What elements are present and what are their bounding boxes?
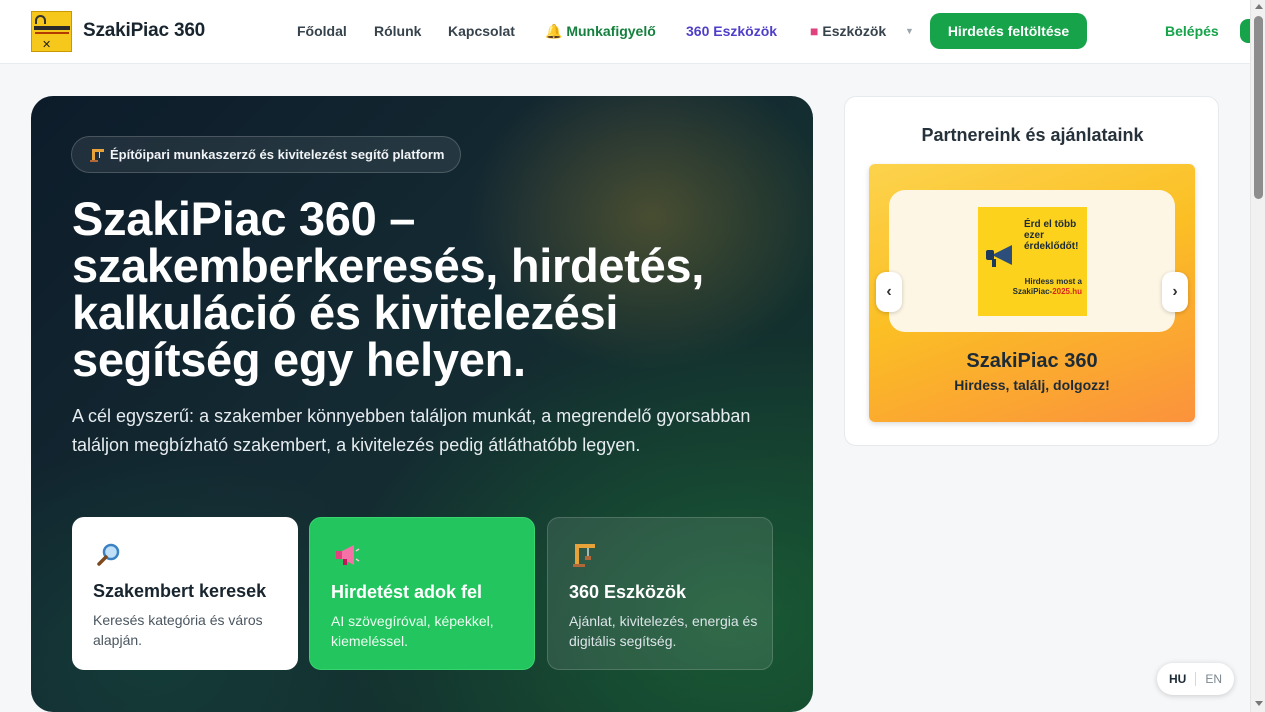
hero-title: SzakiPiac 360 – szakemberkeresés, hirdet… (72, 192, 705, 386)
card-description: Keresés kategória és város alapján. (93, 612, 263, 648)
lang-en[interactable]: EN (1205, 672, 1222, 686)
crane-icon (573, 544, 595, 567)
promo-image-frame: Érd el több ezer érdeklődőt! Hirdess mos… (889, 190, 1175, 332)
card-title: Szakembert keresek (93, 581, 267, 601)
nav-tools-label: Eszközök (822, 23, 887, 39)
top-navbar: ✕ SzakiPiac 360 Főoldal Rólunk Kapcsolat… (0, 0, 1254, 64)
page-scrollbar[interactable] (1250, 0, 1265, 712)
bell-icon: 🔔 (545, 23, 563, 39)
hero-badge-label: Építőipari munkaszerző és kivitelezést s… (110, 147, 445, 162)
ad-subline-domain: 2025.hu (1052, 287, 1082, 296)
crane-icon (90, 148, 104, 162)
promo-carousel[interactable]: Érd el több ezer érdeklődőt! Hirdess mos… (869, 164, 1195, 422)
magnifier-icon (97, 543, 120, 566)
lang-divider (1195, 672, 1197, 686)
chevron-down-icon[interactable]: ▼ (905, 26, 914, 36)
scroll-down-icon[interactable] (1255, 701, 1263, 706)
nav-tools-dropdown[interactable]: ■ Eszközök (810, 23, 886, 39)
login-link[interactable]: Belépés (1165, 23, 1219, 39)
toolbox-icon: ■ (810, 23, 819, 39)
ad-subline: Hirdess most a SzakiPiac-2025.hu (998, 277, 1082, 297)
carousel-prev-button[interactable]: ‹ (876, 272, 902, 312)
scroll-up-icon[interactable] (1255, 4, 1263, 9)
hero-subtitle: A cél egyszerű: a szakember könnyebben t… (72, 406, 751, 455)
ad-headline: Érd el több ezer érdeklődőt! (1024, 219, 1079, 252)
tools-icon: ✕ (42, 39, 52, 51)
hero-badge: Építőipari munkaszerző és kivitelezést s… (71, 136, 462, 173)
partners-title: Partnereink és ajánlataink (921, 125, 1144, 145)
promo-name: SzakiPiac 360 (966, 350, 1098, 372)
card-title: Hirdetést adok fel (331, 582, 483, 602)
megaphone-icon (336, 545, 360, 565)
post-ad-card[interactable]: Hirdetést adok fel AI szövegíróval, képe… (309, 517, 535, 670)
card-description: Ajánlat, kivitelezés, energia és digitál… (569, 613, 758, 649)
partners-panel: Partnereink és ajánlataink Érd el több e… (844, 96, 1219, 446)
promo-tagline: Hirdess, találj, dolgozz! (954, 377, 1110, 393)
carousel-next-button[interactable]: › (1162, 272, 1188, 312)
tools-360-card[interactable]: 360 Eszközök Ajánlat, kivitelezés, energ… (547, 517, 773, 670)
nav-contact[interactable]: Kapcsolat (448, 23, 515, 39)
nav-home[interactable]: Főoldal (297, 23, 347, 39)
hero-section: Építőipari munkaszerző és kivitelezést s… (31, 96, 813, 712)
logo[interactable]: ✕ (31, 11, 72, 52)
scroll-thumb[interactable] (1254, 16, 1263, 199)
nav-about[interactable]: Rólunk (374, 23, 421, 39)
language-switcher: HU EN (1157, 663, 1234, 695)
card-title: 360 Eszközök (569, 582, 687, 602)
nav-360-tools[interactable]: 360 Eszközök (686, 23, 777, 39)
ad-banner-image[interactable]: Érd el több ezer érdeklődőt! Hirdess mos… (978, 207, 1087, 316)
card-description: AI szövegíróval, képekkel, kiemeléssel. (331, 613, 494, 649)
brand-name[interactable]: SzakiPiac 360 (83, 20, 205, 42)
find-professional-card[interactable]: Szakembert keresek Keresés kategória és … (72, 517, 298, 670)
nav-job-alert[interactable]: 🔔 Munkafigyelő (545, 23, 656, 40)
megaphone-icon (984, 239, 1018, 269)
upload-ad-button[interactable]: Hirdetés feltöltése (930, 13, 1087, 49)
lang-hu[interactable]: HU (1169, 672, 1186, 686)
nav-job-alert-label: Munkafigyelő (566, 23, 656, 39)
